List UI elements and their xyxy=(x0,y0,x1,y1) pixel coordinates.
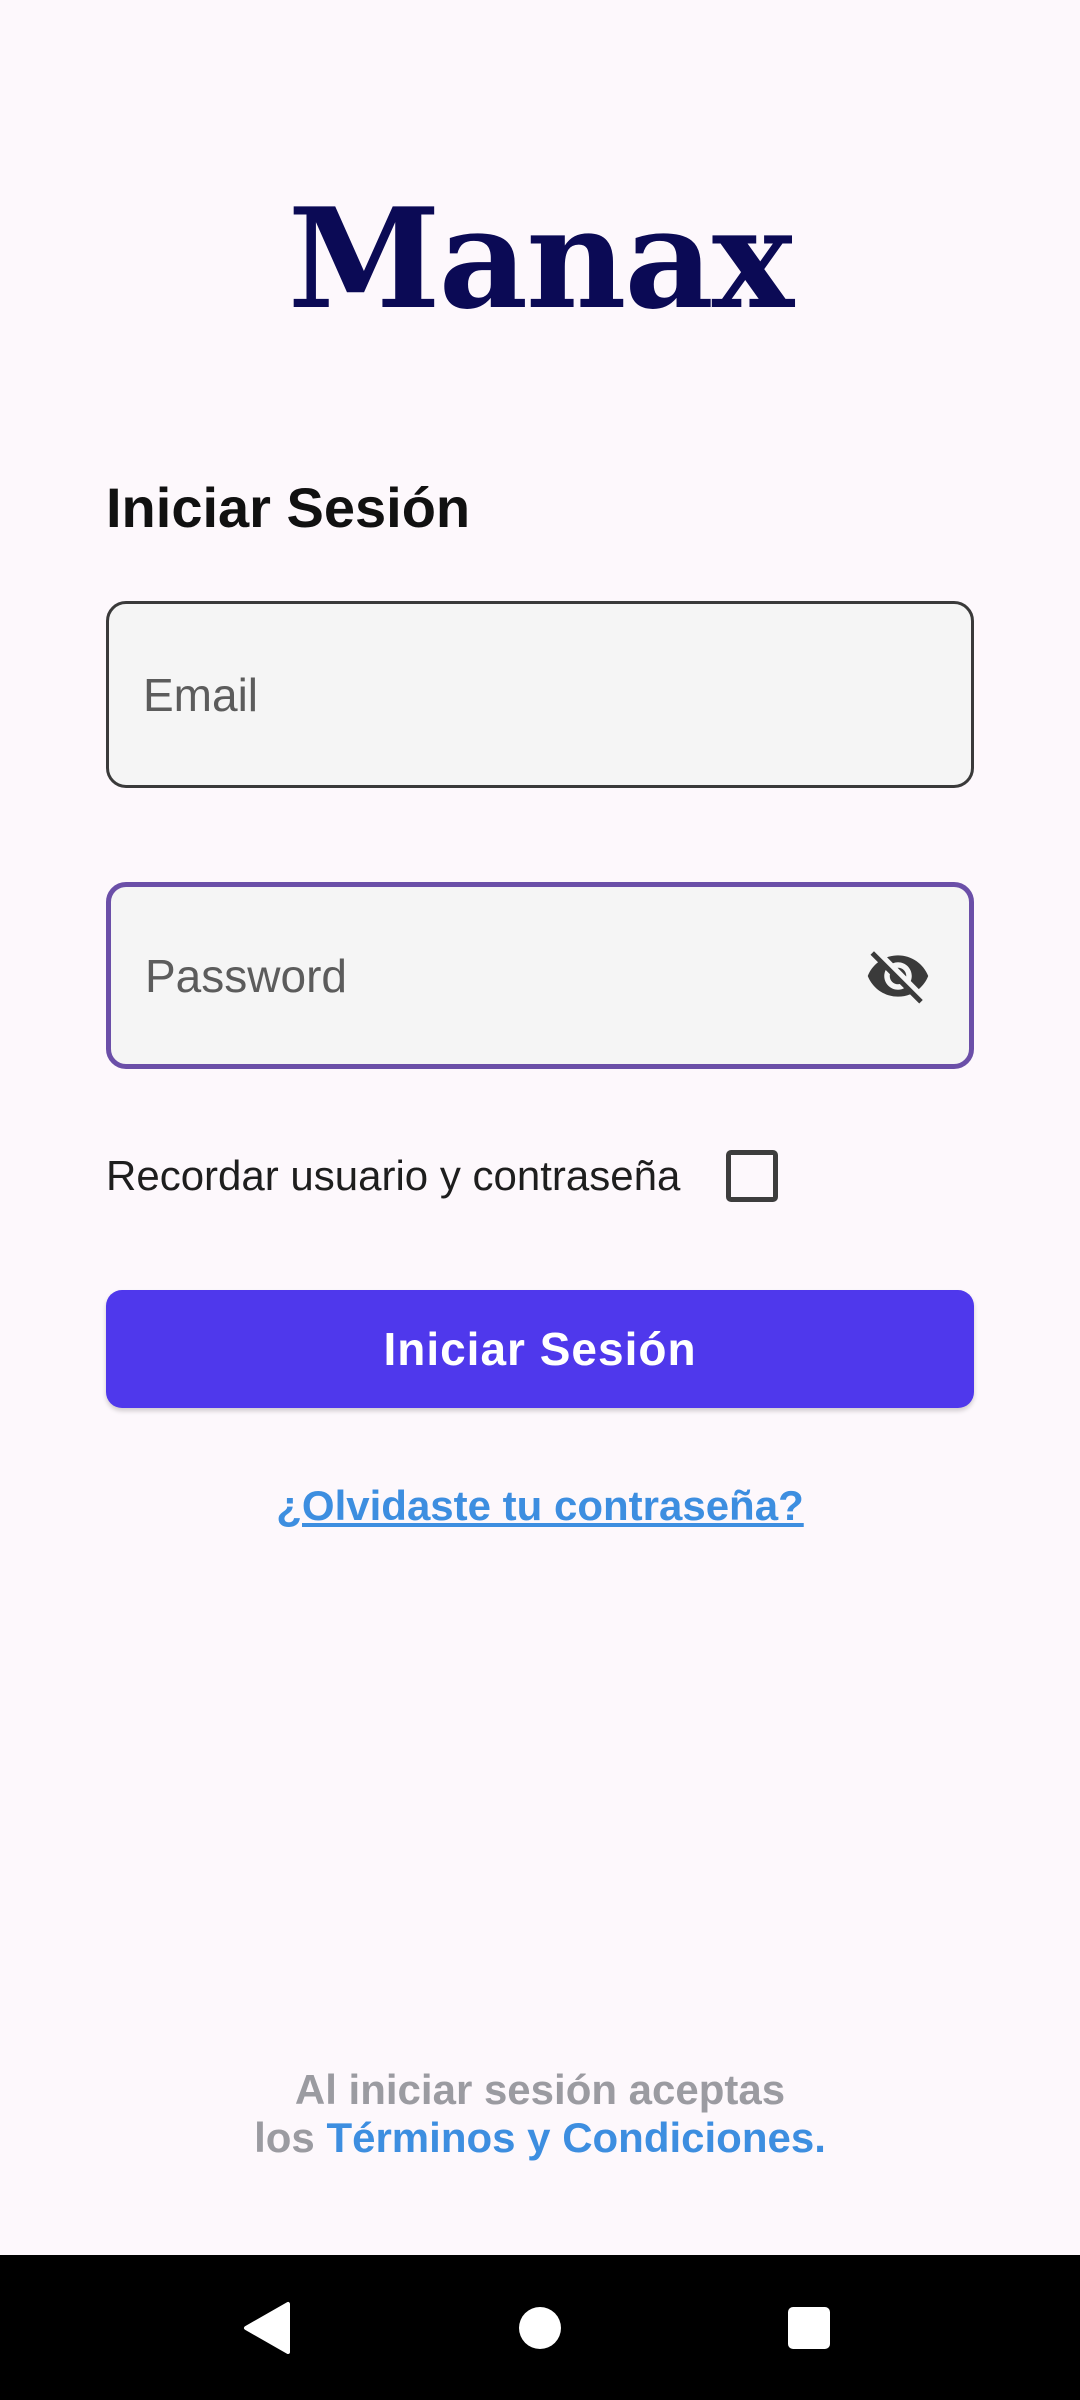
login-button[interactable]: Iniciar Sesión xyxy=(106,1290,974,1408)
terms-line-1: Al iniciar sesión aceptas xyxy=(294,2066,786,2113)
terms-prefix: los xyxy=(254,2114,327,2161)
email-field-container xyxy=(106,601,974,788)
email-input[interactable] xyxy=(109,604,843,785)
password-field-container xyxy=(106,882,974,1069)
recents-square-icon[interactable] xyxy=(734,2255,884,2400)
home-circle-icon[interactable] xyxy=(465,2255,615,2400)
remember-label: Recordar usuario y contraseña xyxy=(106,1152,681,1199)
terms-link[interactable]: Términos y Condiciones. xyxy=(326,2114,825,2161)
password-input[interactable] xyxy=(111,887,845,1064)
terms-line-2: los Términos y Condiciones. xyxy=(0,2114,1080,2162)
visibility-off-icon[interactable] xyxy=(863,941,933,1011)
status-bar xyxy=(0,0,1080,80)
terms-notice: Al iniciar sesión aceptas los Términos y… xyxy=(0,2066,1080,2162)
back-triangle-icon[interactable] xyxy=(192,2255,342,2400)
forgot-password-link[interactable]: ¿Olvidaste tu contraseña? xyxy=(0,1482,1080,1530)
navigation-bar xyxy=(0,2255,1080,2400)
app-logo: Manax xyxy=(287,177,794,340)
remember-checkbox[interactable] xyxy=(726,1150,779,1202)
remember-row: Recordar usuario y contraseña xyxy=(106,1146,779,1206)
page-title: Iniciar Sesión xyxy=(106,476,471,539)
